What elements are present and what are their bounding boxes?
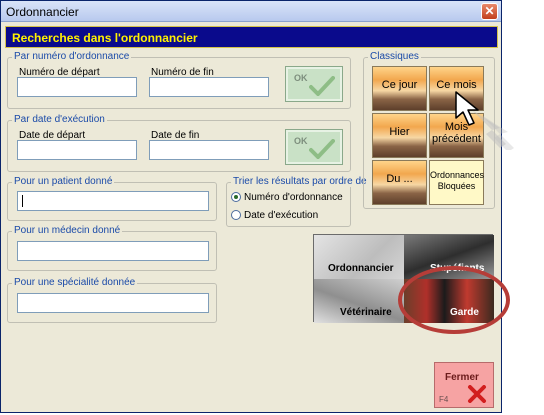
- group-numero-label: Par numéro d'ordonnance: [12, 51, 132, 62]
- ce-jour-label: Ce jour: [381, 79, 418, 91]
- search-header: Recherches dans l'ordonnancier: [5, 26, 498, 48]
- ordonnances-bloquees-button[interactable]: Ordonnances Bloquées: [429, 160, 484, 205]
- search-header-title: Recherches dans l'ordonnancier: [12, 31, 198, 45]
- numero-end-input[interactable]: [149, 77, 269, 97]
- group-specialite-label: Pour une spécialité donnée: [12, 277, 138, 288]
- date-end-input[interactable]: [149, 140, 269, 160]
- check-icon: [309, 76, 335, 96]
- du-button[interactable]: Du ...: [372, 160, 427, 205]
- group-classiques-label: Classiques: [368, 51, 421, 62]
- group-patient-label: Pour un patient donné: [12, 176, 115, 187]
- group-tri-label: Trier les résultats par ordre de: [231, 176, 369, 187]
- medecin-input[interactable]: [17, 241, 209, 261]
- group-medecin: Pour un médecin donné: [7, 225, 217, 271]
- close-icon: ✕: [484, 4, 495, 18]
- sort-option-numero-label: Numéro d'ordonnance: [244, 191, 343, 203]
- hier-label: Hier: [389, 126, 410, 138]
- highlight-ring: [398, 266, 510, 334]
- window-title: Ordonnancier: [6, 5, 79, 19]
- hand-cursor-icon: [455, 91, 514, 150]
- group-medecin-label: Pour un médecin donné: [12, 225, 123, 236]
- fermer-label: Fermer: [445, 372, 479, 383]
- radio-numero[interactable]: [231, 192, 241, 202]
- group-specialite: Pour une spécialité donnée: [7, 277, 217, 323]
- radio-date[interactable]: [231, 210, 241, 220]
- close-button[interactable]: ✕: [481, 3, 498, 20]
- ordonnancier-tile-label: Ordonnancier: [328, 263, 394, 274]
- ordonnancier-window: Ordonnancier ✕ Recherches dans l'ordonna…: [0, 0, 502, 413]
- date-ok-label: OK: [294, 136, 308, 146]
- fermer-shortcut: F4: [439, 395, 449, 404]
- check-icon: [309, 139, 335, 159]
- numero-ok-button[interactable]: OK: [285, 66, 343, 102]
- hier-button[interactable]: Hier: [372, 113, 427, 158]
- date-ok-button[interactable]: OK: [285, 129, 343, 165]
- fermer-button[interactable]: Fermer F4: [434, 362, 494, 408]
- title-bar: Ordonnancier ✕: [1, 1, 501, 22]
- numero-start-input[interactable]: [17, 77, 137, 97]
- sort-option-date[interactable]: Date d'exécution: [231, 208, 318, 222]
- numero-ok-label: OK: [294, 73, 308, 83]
- specialite-input[interactable]: [17, 293, 209, 313]
- ce-jour-button[interactable]: Ce jour: [372, 66, 427, 111]
- group-patient: Pour un patient donné: [7, 176, 217, 221]
- du-label: Du ...: [386, 173, 413, 185]
- sort-option-date-label: Date d'exécution: [244, 209, 319, 221]
- group-tri: Trier les résultats par ordre de Numéro …: [226, 176, 369, 227]
- ordonnances-bloquees-label: Ordonnances Bloquées: [430, 170, 485, 191]
- ordonnancier-tile[interactable]: Ordonnancier: [314, 235, 404, 279]
- group-date: Par date d'exécution Date de départ Date…: [7, 114, 351, 172]
- group-date-label: Par date d'exécution: [12, 114, 107, 125]
- patient-input[interactable]: [17, 191, 209, 211]
- group-numero: Par numéro d'ordonnance Numéro de départ…: [7, 51, 351, 109]
- veterinaire-tile[interactable]: Vétérinaire: [314, 279, 404, 323]
- date-start-input[interactable]: [17, 140, 137, 160]
- sort-option-numero[interactable]: Numéro d'ordonnance: [231, 190, 343, 204]
- red-cross-icon: [468, 385, 486, 403]
- veterinaire-tile-label: Vétérinaire: [340, 307, 392, 318]
- text-caret: [22, 195, 23, 207]
